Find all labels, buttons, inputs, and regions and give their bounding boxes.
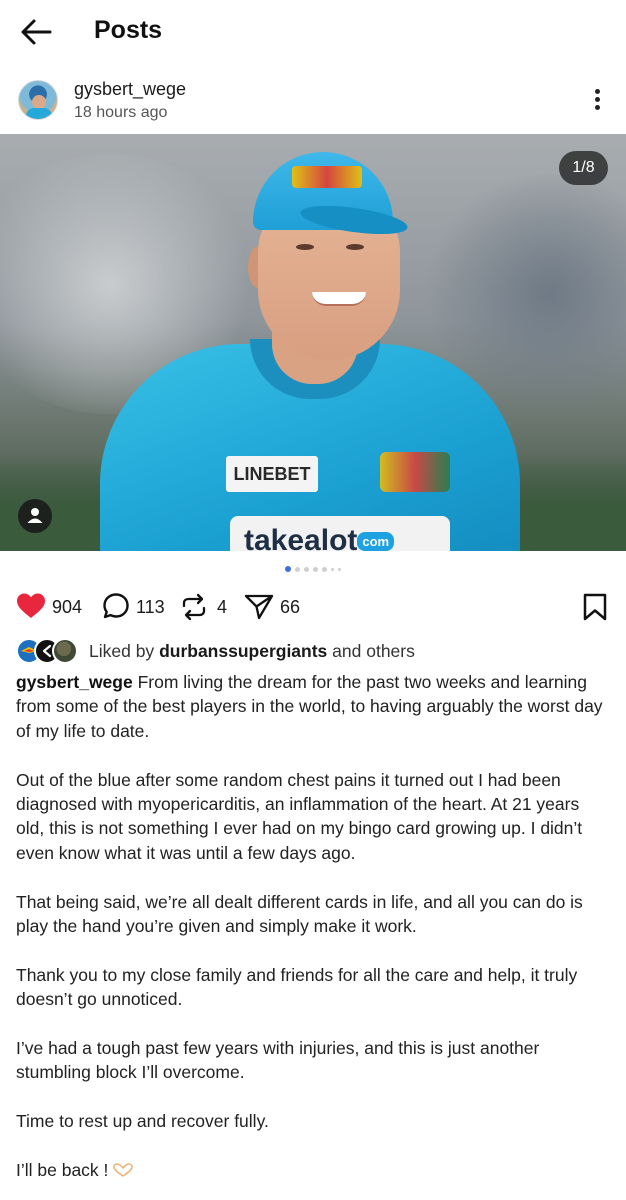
heart-icon (17, 593, 45, 618)
sponsor-linebet: LINEBET (226, 456, 318, 492)
carousel-dot (295, 566, 300, 572)
back-arrow-icon[interactable] (18, 16, 54, 48)
comment-count: 113 (136, 597, 165, 617)
repost-count: 4 (217, 597, 228, 617)
bookmark-icon (583, 593, 607, 621)
team-logo-chest (380, 452, 450, 492)
post-image[interactable]: LINEBET takealot com (0, 134, 626, 551)
carousel-dot (338, 567, 341, 571)
caption-paragraph: That being said, we’re all dealt differe… (16, 891, 583, 937)
repost-button[interactable]: 4 (180, 588, 230, 628)
post-caption: gysbert_wege From living the dream for t… (16, 670, 612, 1200)
page-title: Posts (94, 16, 163, 44)
caption-paragraph: Time to rest up and recover fully. (16, 1111, 269, 1132)
share-button[interactable]: 66 (244, 588, 308, 628)
image-counter-badge: 1/8 (559, 151, 608, 185)
caption-paragraph: I’ll be back ! (16, 1158, 612, 1182)
comment-button[interactable]: 113 (102, 588, 166, 628)
more-options-icon[interactable] (584, 86, 610, 116)
send-icon (244, 594, 274, 620)
comment-bubble-icon (103, 593, 129, 619)
sponsor-takealot: takealot com (230, 516, 450, 551)
caption-username[interactable]: gysbert_wege (16, 672, 133, 692)
share-count: 66 (280, 597, 301, 617)
top-bar: Posts (0, 0, 626, 64)
tagged-user-icon[interactable] (18, 499, 52, 533)
caption-paragraph: Thank you to my close family and friends… (16, 964, 578, 1010)
like-count: 904 (52, 597, 83, 617)
heart-hands-emoji (113, 1159, 134, 1177)
caption-paragraph: Out of the blue after some random chest … (16, 769, 583, 863)
post-timestamp: 18 hours ago (74, 104, 168, 121)
action-bar: 904 113 4 66 (0, 588, 626, 628)
carousel-dot (304, 566, 309, 572)
team-logo-cap (292, 166, 362, 188)
author-avatar[interactable] (18, 80, 58, 120)
repost-icon (182, 593, 206, 621)
liker-avatar (52, 638, 78, 664)
author-username[interactable]: gysbert_wege (74, 79, 186, 100)
caption-paragraph: I’ve had a tough past few years with inj… (16, 1038, 540, 1083)
carousel-dot (285, 566, 291, 572)
liked-by-text: Liked by durbanssupergiants and others (89, 641, 415, 661)
carousel-dot (313, 566, 318, 572)
save-button[interactable] (582, 588, 608, 628)
caption-paragraph: gysbert_wege From living the dream for t… (16, 672, 603, 741)
carousel-dot (322, 566, 327, 572)
liked-by-row[interactable]: Liked by durbanssupergiants and others (0, 638, 626, 666)
carousel-dot (331, 567, 334, 571)
post-header: gysbert_wege 18 hours ago (0, 72, 626, 130)
like-button[interactable]: 904 (16, 588, 88, 628)
liked-by-account[interactable]: durbanssupergiants (159, 641, 327, 661)
carousel-indicator (0, 566, 626, 574)
